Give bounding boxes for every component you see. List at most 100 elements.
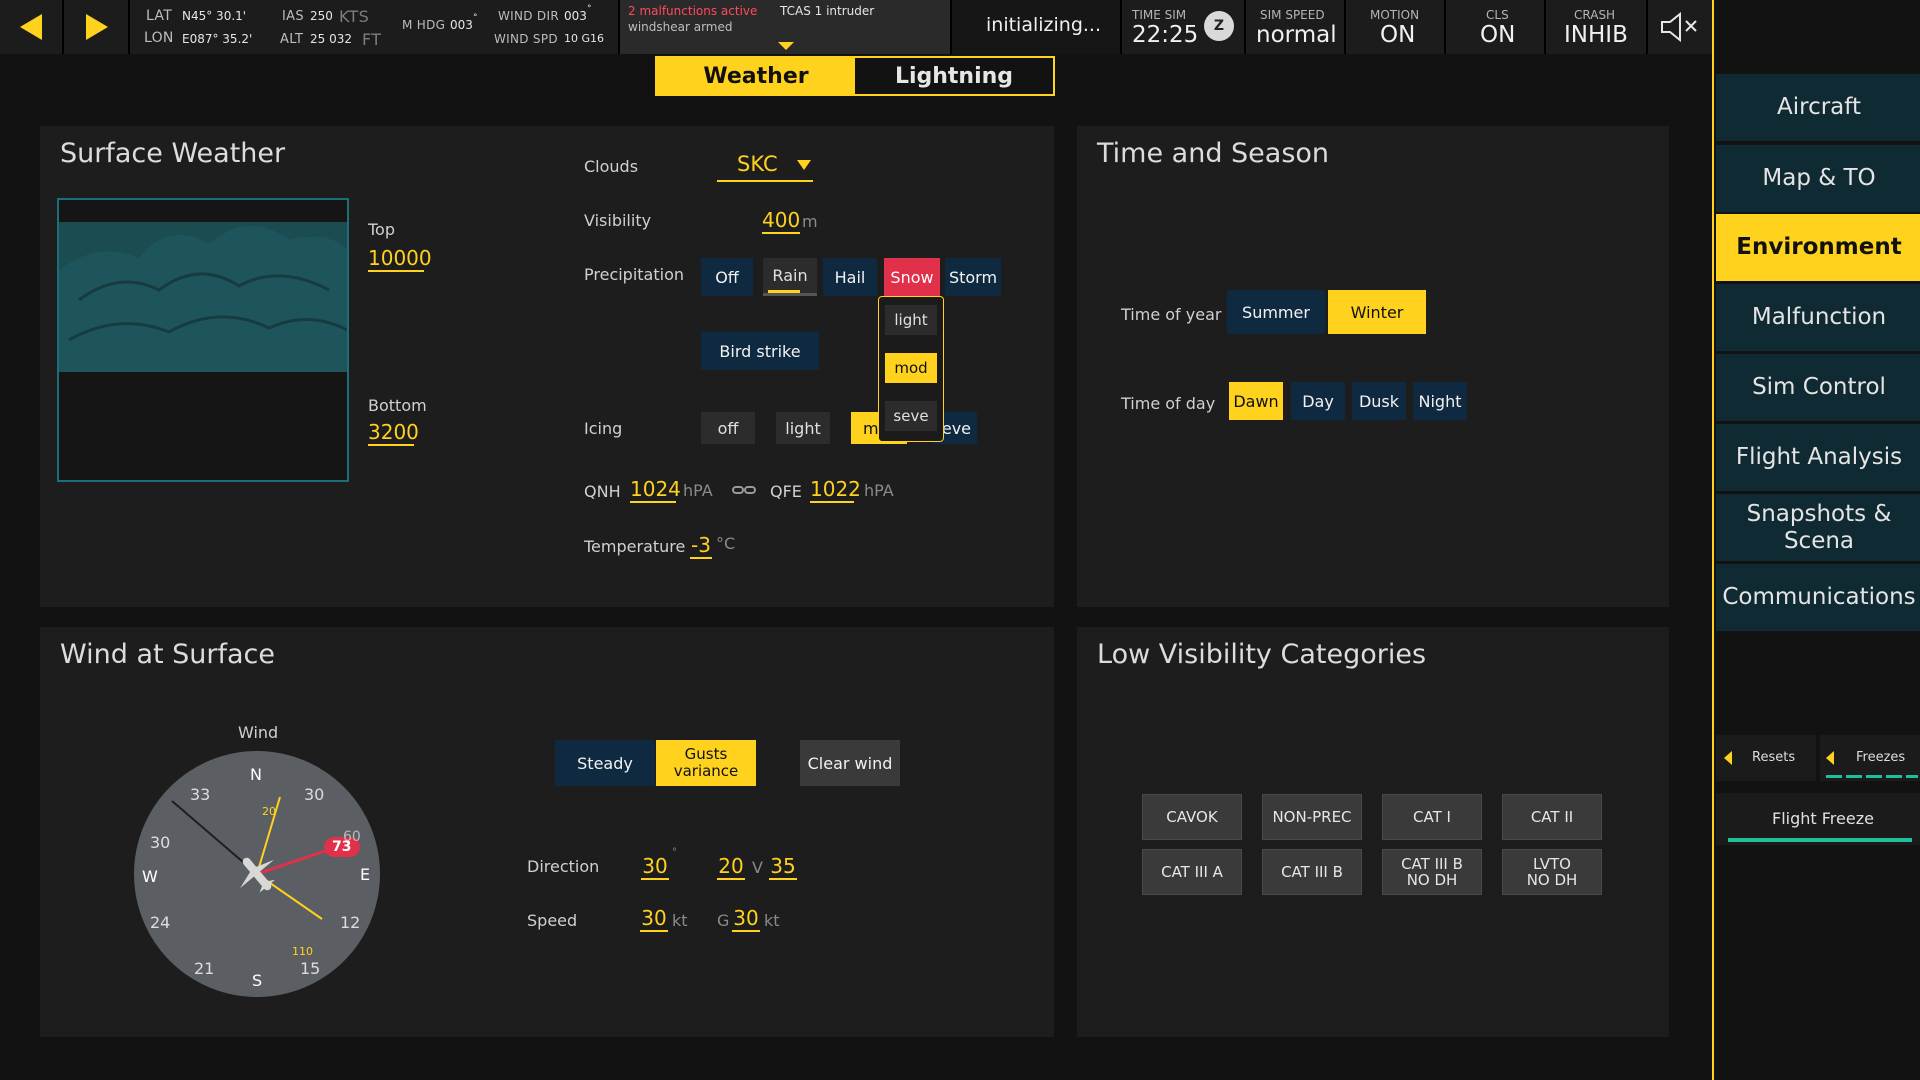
qnh-label: QNH: [584, 482, 621, 501]
freezes-label: Freezes: [1856, 750, 1906, 765]
lon-value: E087° 35.2': [182, 32, 253, 46]
chevron-left-icon: [1826, 751, 1834, 765]
resets-label: Resets: [1752, 750, 1796, 765]
night-button[interactable]: Night: [1413, 382, 1467, 420]
alerts-panel[interactable]: 2 malfunctions active TCAS 1 intruder wi…: [620, 0, 952, 54]
flight-parameters: LAT N45° 30.1' LON E087° 35.2' IAS 250 K…: [130, 0, 620, 54]
sidebar-item-malfunction[interactable]: Malfunction: [1716, 284, 1920, 351]
cloud-bottom-value[interactable]: 3200: [368, 420, 419, 446]
compass-tick-30b: 30: [150, 833, 171, 852]
compass-east: E: [360, 865, 371, 884]
winter-button[interactable]: Winter: [1328, 290, 1426, 334]
dusk-button[interactable]: Dusk: [1352, 382, 1406, 420]
prev-button[interactable]: [0, 0, 64, 54]
panel-title: Surface Weather: [60, 138, 286, 169]
compass-tick-21: 21: [194, 959, 215, 978]
precip-off-button[interactable]: Off: [701, 258, 753, 296]
variance-from-value[interactable]: 20: [717, 854, 745, 880]
sidebar-item-flight-analysis[interactable]: Flight Analysis: [1716, 424, 1920, 491]
wind-spd-label: WIND SPD: [494, 32, 558, 46]
cls-value: ON: [1480, 22, 1516, 48]
icing-light-button[interactable]: light: [776, 412, 830, 444]
cavok-button[interactable]: CAVOK: [1142, 794, 1242, 840]
next-button[interactable]: [64, 0, 130, 54]
variance-to-value[interactable]: 35: [769, 854, 797, 880]
precip-storm-button[interactable]: Storm: [945, 258, 1001, 296]
cat-ii-button[interactable]: CAT II: [1502, 794, 1602, 840]
compass-tick-24: 24: [150, 913, 171, 932]
flight-freeze-button[interactable]: Flight Freeze: [1716, 793, 1920, 845]
sidebar-item-map-to[interactable]: Map & TO: [1716, 145, 1920, 212]
visibility-value[interactable]: 400: [762, 208, 800, 234]
precip-hail-button[interactable]: Hail: [823, 258, 877, 296]
flight-freeze-label: Flight Freeze: [1772, 809, 1874, 828]
gust-value[interactable]: 30: [732, 906, 760, 932]
link-icon[interactable]: [732, 484, 756, 496]
wind-panel: Wind at Surface Wind N S E W 33 30 30 24…: [40, 627, 1054, 1037]
sidebar-item-aircraft[interactable]: Aircraft: [1716, 74, 1920, 141]
cls-toggle[interactable]: CLS ON: [1446, 0, 1546, 54]
dawn-button[interactable]: Dawn: [1229, 382, 1283, 420]
sim-status-text: initializing...: [986, 14, 1102, 36]
qfe-value[interactable]: 1022: [810, 477, 861, 503]
cat-i-button[interactable]: CAT I: [1382, 794, 1482, 840]
precipitation-label: Precipitation: [584, 265, 685, 284]
lvto-no-dh-button[interactable]: LVTO NO DH: [1502, 849, 1602, 895]
visibility-label: Visibility: [584, 211, 652, 230]
cat-iii-a-button[interactable]: CAT III A: [1142, 849, 1242, 895]
compass-tick-33: 33: [190, 785, 211, 804]
temperature-unit: °C: [716, 534, 736, 553]
ias-value: 250: [310, 9, 333, 23]
sidebar-item-snapshots[interactable]: Snapshots & Scena: [1716, 494, 1920, 561]
motion-toggle[interactable]: MOTION ON: [1346, 0, 1446, 54]
surface-weather-panel: Surface Weather Top 10000 Bottom 3200 Cl…: [40, 126, 1054, 607]
crash-value: INHIB: [1564, 22, 1628, 48]
cloud-top-value[interactable]: 10000: [368, 246, 432, 272]
mute-button[interactable]: [1648, 0, 1712, 54]
steady-button[interactable]: Steady: [555, 740, 655, 786]
resets-button[interactable]: Resets: [1716, 735, 1816, 781]
summer-button[interactable]: Summer: [1227, 290, 1325, 334]
precip-snow-button[interactable]: Snow: [884, 258, 940, 296]
non-prec-button[interactable]: NON-PREC: [1262, 794, 1362, 840]
sidebar-item-sim-control[interactable]: Sim Control: [1716, 354, 1920, 421]
speaker-mute-icon: [1661, 11, 1697, 43]
time-sim-value: 22:25: [1132, 22, 1199, 48]
temperature-value[interactable]: -3: [690, 533, 712, 559]
wind-spd-value: 10 G16: [564, 32, 605, 45]
gust-label: G: [717, 911, 730, 930]
rain-indicator: [768, 290, 800, 293]
cat-iii-b-button[interactable]: CAT III B: [1262, 849, 1362, 895]
gusts-variance-button[interactable]: Gusts variance: [656, 740, 756, 786]
clouds-select[interactable]: SKC: [717, 152, 813, 182]
crash-toggle[interactable]: CRASH INHIB: [1546, 0, 1648, 54]
direction-label: Direction: [527, 857, 600, 876]
time-sim[interactable]: TIME SIM 22:25 Z: [1122, 0, 1246, 54]
cloud-layer-graphic: [57, 198, 349, 482]
intensity-mod-option[interactable]: mod: [885, 353, 937, 383]
cat-iii-b-no-dh-button[interactable]: CAT III B NO DH: [1382, 849, 1482, 895]
sidebar-item-communications[interactable]: Communications: [1716, 564, 1920, 631]
direction-value[interactable]: 30: [641, 854, 669, 880]
tab-lightning[interactable]: Lightning: [855, 58, 1053, 94]
freezes-button[interactable]: Freezes: [1820, 735, 1920, 781]
hdg-value: 003: [450, 18, 473, 32]
bird-strike-button[interactable]: Bird strike: [701, 332, 819, 370]
day-button[interactable]: Day: [1291, 382, 1345, 420]
icing-off-button[interactable]: off: [701, 412, 755, 444]
qnh-value[interactable]: 1024: [630, 477, 681, 503]
cls-label: CLS: [1486, 8, 1509, 22]
intensity-severe-option[interactable]: seve: [885, 401, 937, 431]
zulu-icon: Z: [1204, 11, 1234, 41]
chevron-left-icon: [1724, 751, 1732, 765]
intensity-light-option[interactable]: light: [885, 305, 937, 335]
clear-wind-button[interactable]: Clear wind: [800, 740, 900, 786]
speed-unit: kt: [672, 911, 688, 930]
sim-speed[interactable]: SIM SPEED normal: [1246, 0, 1346, 54]
next-arrow-icon: [86, 14, 108, 40]
tab-weather[interactable]: Weather: [657, 58, 855, 94]
speed-value[interactable]: 30: [640, 906, 668, 932]
hdg-unit: °: [473, 13, 478, 23]
qnh-unit: hPA: [683, 481, 713, 500]
sidebar-item-environment[interactable]: Environment: [1716, 214, 1920, 281]
